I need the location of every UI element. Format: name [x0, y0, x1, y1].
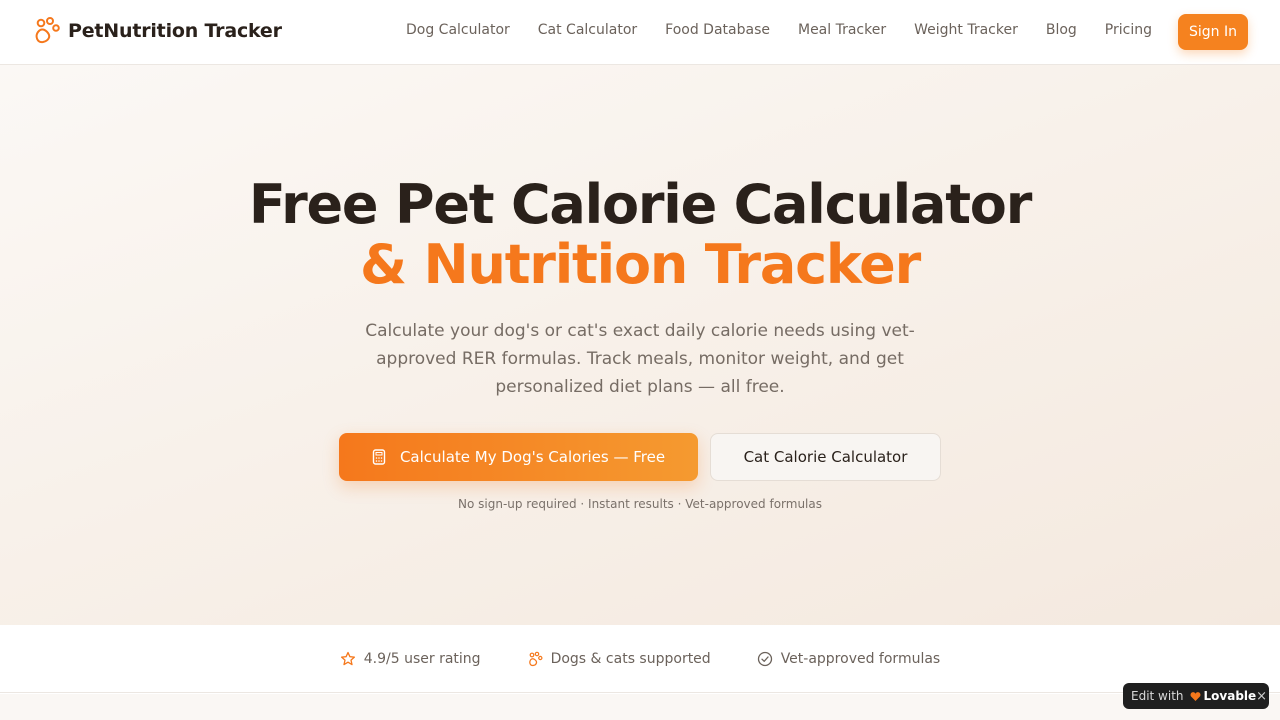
brand-name: PetNutrition Tracker — [68, 20, 282, 42]
calculate-dog-calories-button[interactable]: Calculate My Dog's Calories — Free — [339, 433, 698, 481]
cat-calorie-calculator-button[interactable]: Cat Calorie Calculator — [710, 433, 941, 481]
star-icon — [340, 651, 355, 665]
check-circle-icon — [757, 651, 772, 666]
hero-section: Free Pet Calorie Calculator & Nutrition … — [0, 65, 1280, 625]
brand-link[interactable]: PetNutrition Tracker — [32, 16, 282, 46]
trust-item-species: Dogs & cats supported — [527, 651, 711, 667]
hero-title-line2: & Nutrition Tracker — [359, 233, 921, 296]
hero-subtitle: Calculate your dog's or cat's exact dail… — [365, 321, 915, 397]
next-section-edge — [0, 694, 1280, 720]
trust-strip: 4.9/5 user rating Dogs & cats supported … — [0, 625, 1280, 693]
site-header: PetNutrition Tracker Dog Calculator Cat … — [0, 0, 1280, 65]
sign-in-button[interactable]: Sign In — [1178, 14, 1248, 50]
nav-cat-calculator[interactable]: Cat Calculator — [538, 22, 637, 38]
hero-title: Free Pet Calorie Calculator & Nutrition … — [0, 175, 1280, 295]
nav-blog[interactable]: Blog — [1046, 22, 1077, 38]
badge-close-icon[interactable]: × — [1256, 689, 1267, 704]
paw-icon — [35, 17, 60, 44]
heart-icon — [1190, 691, 1200, 701]
nav-weight-tracker[interactable]: Weight Tracker — [914, 22, 1018, 38]
hero-note: No sign-up required · Instant results · … — [458, 497, 822, 511]
trust-formulas-text: Vet-approved formulas — [780, 650, 941, 667]
edit-with-lovable-badge[interactable]: Edit with Lovable × — [1123, 683, 1269, 709]
nav-pricing[interactable]: Pricing — [1105, 22, 1152, 38]
trust-item-formulas: Vet-approved formulas — [757, 650, 941, 667]
paw-icon — [528, 651, 543, 666]
nav-dog-calculator[interactable]: Dog Calculator — [406, 22, 510, 38]
badge-brand: Lovable — [1190, 689, 1257, 703]
nav-food-database[interactable]: Food Database — [665, 22, 770, 38]
trust-item-rating: 4.9/5 user rating — [340, 651, 481, 667]
trust-species-text: Dogs & cats supported — [550, 650, 711, 667]
badge-brand-text: Lovable — [1203, 689, 1257, 703]
trust-rating-text: 4.9/5 user rating — [363, 650, 481, 667]
calculate-dog-calories-label: Calculate My Dog's Calories — Free — [399, 448, 666, 466]
main-nav: Dog Calculator Cat Calculator Food Datab… — [406, 22, 1152, 38]
badge-edit-text: Edit with — [1131, 689, 1184, 703]
calculator-icon — [372, 449, 386, 465]
nav-meal-tracker[interactable]: Meal Tracker — [798, 22, 886, 38]
hero-title-line1: Free Pet Calorie Calculator — [248, 173, 1032, 236]
